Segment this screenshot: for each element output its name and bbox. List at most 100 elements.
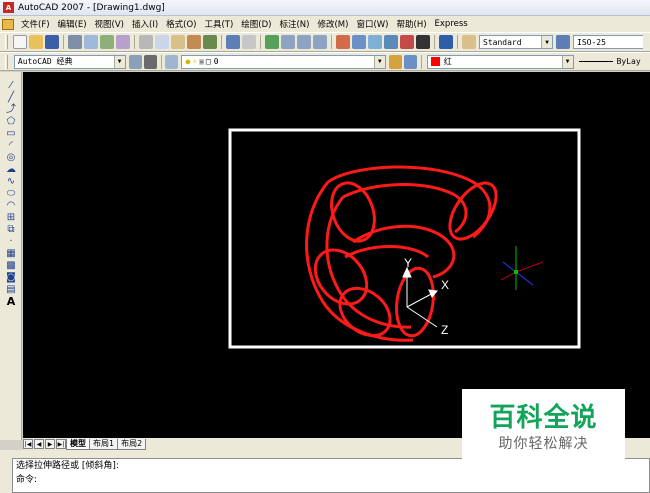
new-icon[interactable] bbox=[13, 35, 27, 49]
pan-icon[interactable] bbox=[265, 35, 279, 49]
document-menu-icon[interactable] bbox=[2, 18, 14, 30]
multiline-text-icon[interactable]: A bbox=[3, 296, 19, 308]
spline-icon[interactable]: ∿ bbox=[3, 176, 19, 188]
color-swatch bbox=[430, 57, 440, 66]
ellipse-icon[interactable]: ⬭ bbox=[3, 188, 19, 200]
separator bbox=[420, 54, 422, 69]
sheet-set-icon[interactable] bbox=[384, 35, 398, 49]
zoom-window-icon[interactable] bbox=[297, 35, 311, 49]
menu-tools[interactable]: 工具(T) bbox=[200, 18, 237, 30]
layer-lock-icon[interactable]: ▣ bbox=[199, 57, 204, 66]
tab-layout2[interactable]: 布局2 bbox=[117, 438, 147, 450]
chevron-down-icon[interactable]: ▼ bbox=[541, 36, 552, 48]
menu-modify[interactable]: 修改(M) bbox=[313, 18, 352, 30]
paste-icon[interactable] bbox=[171, 35, 185, 49]
region-icon[interactable]: ◙ bbox=[3, 272, 19, 284]
ellipse-arc-icon[interactable]: ◠ bbox=[3, 200, 19, 212]
next-tab-icon[interactable]: ▶ bbox=[45, 439, 55, 449]
markup-icon[interactable] bbox=[400, 35, 414, 49]
separator bbox=[331, 35, 332, 49]
polygon-icon[interactable]: ⬠ bbox=[3, 116, 19, 128]
construction-line-icon[interactable]: ╱ bbox=[3, 92, 19, 104]
text-style-dropdown[interactable]: Standard ▼ bbox=[479, 35, 553, 49]
zoom-realtime-icon[interactable] bbox=[281, 35, 295, 49]
axis-tripod-icon bbox=[500, 246, 544, 290]
layer-previous-icon[interactable] bbox=[403, 54, 417, 69]
menu-edit[interactable]: 编辑(E) bbox=[54, 18, 91, 30]
hatch-icon[interactable]: ▦ bbox=[3, 248, 19, 260]
chevron-down-icon[interactable]: ▼ bbox=[373, 55, 385, 68]
cut-icon[interactable] bbox=[139, 35, 153, 49]
zoom-previous-icon[interactable] bbox=[313, 35, 327, 49]
layer-value: 0 bbox=[213, 57, 219, 66]
dim-style-dropdown[interactable]: ISO-25 bbox=[573, 35, 643, 49]
point-icon[interactable]: · bbox=[3, 236, 19, 248]
separator bbox=[260, 35, 261, 49]
dim-style-icon[interactable] bbox=[556, 35, 570, 49]
make-block-icon[interactable]: ⧉ bbox=[3, 224, 19, 236]
autocad-app-icon[interactable]: A bbox=[3, 2, 14, 13]
match-properties-icon[interactable] bbox=[187, 35, 201, 49]
workspace-settings-icon[interactable] bbox=[128, 54, 142, 69]
draw-toolbar: ⁄ ╱ ⤴ ⬠ ▭ ◜ ◎ ☁ ∿ ⬭ ◠ ⊞ ⧉ · ▦ ▩ ◙ ▤ A bbox=[0, 72, 22, 440]
first-tab-icon[interactable]: |◀ bbox=[23, 439, 33, 449]
color-value: 红 bbox=[443, 57, 452, 66]
color-dropdown[interactable]: 红 ▼ bbox=[426, 54, 574, 69]
copy-icon[interactable] bbox=[155, 35, 169, 49]
menu-insert[interactable]: 插入(I) bbox=[128, 18, 162, 30]
block-editor-icon[interactable] bbox=[203, 35, 217, 49]
menu-draw[interactable]: 绘图(D) bbox=[237, 18, 275, 30]
toolbar-grip[interactable] bbox=[5, 35, 8, 49]
last-tab-icon[interactable]: ▶| bbox=[56, 439, 66, 449]
gradient-icon[interactable]: ▩ bbox=[3, 260, 19, 272]
print-icon[interactable] bbox=[68, 35, 82, 49]
line-icon[interactable]: ⁄ bbox=[3, 80, 19, 92]
tab-model[interactable]: 模型 bbox=[66, 438, 90, 450]
save-icon[interactable] bbox=[45, 35, 59, 49]
rectangle-icon[interactable]: ▭ bbox=[3, 128, 19, 140]
linetype-dropdown[interactable]: ByLay bbox=[576, 55, 650, 69]
menu-file[interactable]: 文件(F) bbox=[17, 18, 54, 30]
polyline-icon[interactable]: ⤴ bbox=[3, 104, 19, 116]
drawing-svg: Y X Z bbox=[228, 128, 581, 349]
menu-dimension[interactable]: 标注(N) bbox=[275, 18, 313, 30]
help-icon[interactable] bbox=[439, 35, 453, 49]
chevron-down-icon[interactable]: ▼ bbox=[113, 55, 125, 68]
menu-view[interactable]: 视图(V) bbox=[91, 18, 128, 30]
toolbar-grip[interactable] bbox=[5, 54, 8, 69]
tab-layout1[interactable]: 布局1 bbox=[89, 438, 119, 450]
menu-window[interactable]: 窗口(W) bbox=[352, 18, 392, 30]
separator bbox=[434, 35, 435, 49]
design-center-icon[interactable] bbox=[352, 35, 366, 49]
menu-express[interactable]: Express bbox=[431, 19, 472, 29]
quickcalc-icon[interactable] bbox=[416, 35, 430, 49]
circle-icon[interactable]: ◎ bbox=[3, 152, 19, 164]
make-current-layer-icon[interactable] bbox=[388, 54, 402, 69]
separator bbox=[221, 35, 222, 49]
text-style-icon[interactable] bbox=[462, 35, 476, 49]
layer-dropdown[interactable]: ● ☼ ▣ □ 0 ▼ bbox=[181, 54, 386, 69]
layer-properties-icon[interactable] bbox=[165, 54, 179, 69]
linetype-sample bbox=[578, 61, 613, 62]
layer-freeze-icon[interactable]: ☼ bbox=[192, 57, 197, 66]
layer-on-icon[interactable]: ● bbox=[185, 57, 190, 66]
tool-palettes-icon[interactable] bbox=[368, 35, 382, 49]
menu-help[interactable]: 帮助(H) bbox=[393, 18, 431, 30]
workspace-dropdown[interactable]: AutoCAD 经典 ▼ bbox=[13, 54, 126, 69]
viewport-rectangle bbox=[228, 128, 581, 349]
chevron-down-icon[interactable]: ▼ bbox=[561, 55, 573, 68]
insert-block-icon[interactable]: ⊞ bbox=[3, 212, 19, 224]
save-workspace-icon[interactable] bbox=[143, 54, 157, 69]
redo-icon[interactable] bbox=[242, 35, 256, 49]
properties-icon[interactable] bbox=[336, 35, 350, 49]
open-icon[interactable] bbox=[29, 35, 43, 49]
undo-icon[interactable] bbox=[226, 35, 240, 49]
arc-icon[interactable]: ◜ bbox=[3, 140, 19, 152]
prev-tab-icon[interactable]: ◀ bbox=[34, 439, 44, 449]
3d-dwf-icon[interactable] bbox=[116, 35, 130, 49]
publish-icon[interactable] bbox=[100, 35, 114, 49]
revision-cloud-icon[interactable]: ☁ bbox=[3, 164, 19, 176]
plot-preview-icon[interactable] bbox=[84, 35, 98, 49]
drawing-canvas[interactable]: Y X Z bbox=[23, 72, 650, 438]
menu-format[interactable]: 格式(O) bbox=[162, 18, 200, 30]
